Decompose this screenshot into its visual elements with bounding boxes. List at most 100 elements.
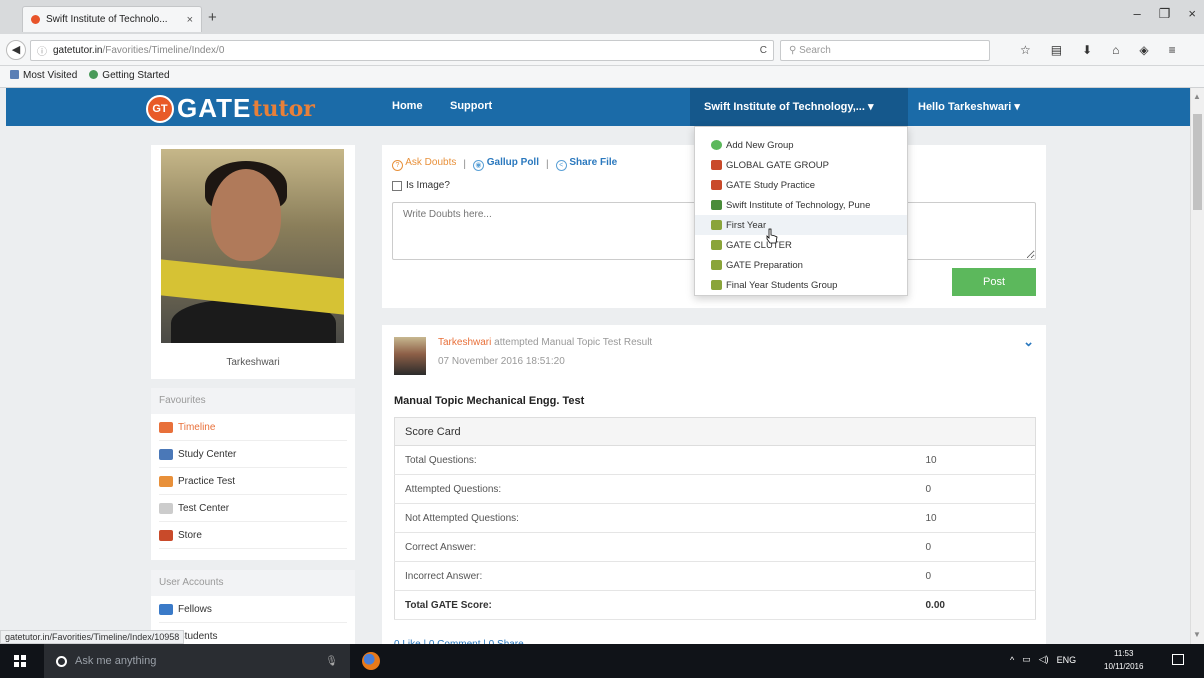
sidebar-item-label: Test Center [178,502,230,514]
timeline-icon [159,421,173,433]
nav-support[interactable]: Support [450,100,492,112]
row-value: 10 [915,503,1036,533]
menu-item-final-year-students[interactable]: Final Year Students Group [695,275,907,295]
minimize-button[interactable]: – [1134,6,1141,22]
share-file-tab[interactable]: < Share File [555,157,617,171]
checkbox-box[interactable] [392,180,402,191]
new-tab-button[interactable]: + [208,9,217,26]
windows-start-icon[interactable] [14,655,26,667]
firefox-taskbar-icon[interactable] [362,652,380,670]
back-button[interactable]: ◀ [6,40,26,60]
bookmark-star-icon[interactable]: ☆ [1020,43,1031,57]
menu-item-gate-cluter[interactable]: GATE CLUTER [695,235,907,255]
avatar[interactable] [394,337,426,375]
url-field[interactable]: ⓘ gatetutor.in /Favorities/Timeline/Inde… [30,40,774,61]
close-window-button[interactable]: × [1188,6,1196,22]
bookmark-getting-started[interactable]: Getting Started [89,70,170,83]
sidebar-item-study-center[interactable]: Study Center [159,441,347,468]
sidebar-item-label: Timeline [178,421,216,433]
profile-photo[interactable] [161,149,344,343]
browser-search-input[interactable]: ⚲ Search [780,40,990,61]
search-icon: ⚲ [789,45,800,56]
post-headline: Tarkeshwari attempted Manual Topic Test … [438,337,652,348]
institute-icon [711,200,722,210]
row-value: 0 [915,474,1036,504]
row-label: Not Attempted Questions: [394,503,916,533]
scrollbar-thumb[interactable] [1193,114,1202,210]
browser-tab-bar: Swift Institute of Technolo... × + – ❐ × [0,0,1204,34]
is-image-checkbox[interactable]: Is Image? [392,180,450,191]
pocket-icon[interactable]: ◈ [1139,43,1148,57]
logo-tutor: tutor [252,95,315,122]
clock-date: 10/11/2016 [1104,662,1144,671]
chevron-up-icon[interactable]: ^ [1010,655,1014,665]
menu-item-add-new-group[interactable]: Add New Group [695,135,907,155]
score-card-title: Score Card [394,417,1036,446]
cortana-search-input[interactable]: Ask me anything 🎙 [44,644,350,678]
gallup-poll-label: Gallup Poll [486,157,539,168]
add-group-icon [711,140,722,150]
store-icon [159,529,173,541]
sidebar-item-label: Fellows [178,603,212,615]
score-card-table: Score Card Total Questions: 10 Attempted … [394,417,1036,620]
sidebar-item-store[interactable]: Store [159,522,347,549]
tab-close-icon[interactable]: × [187,14,193,26]
post-button[interactable]: Post [952,268,1036,296]
sidebar-item-test-center[interactable]: Test Center [159,495,347,522]
info-icon[interactable]: ⓘ [37,43,47,58]
subgroup-icon [711,220,722,230]
reload-icon[interactable]: C [760,45,767,56]
menu-item-global-gate-group[interactable]: GLOBAL GATE GROUP [695,155,907,175]
menu-item-label: GLOBAL GATE GROUP [726,159,829,171]
site-logo[interactable]: GT GATE tutor [146,93,315,124]
browser-tab[interactable]: Swift Institute of Technolo... × [22,6,202,32]
menu-item-first-year[interactable]: First Year [695,215,907,235]
menu-item-swift-institute[interactable]: Swift Institute of Technology, Pune [695,195,907,215]
gallup-poll-tab[interactable]: ◉ Gallup Poll [472,157,539,171]
chevron-down-icon[interactable]: ⌄ [1023,334,1034,350]
microphone-icon[interactable]: 🎙 [325,656,338,667]
menu-item-label: Swift Institute of Technology, Pune [726,199,871,211]
subgroup-icon [711,260,722,270]
menu-icon[interactable]: ≡ [1169,43,1176,57]
table-row: Attempted Questions: 0 [394,474,1036,504]
network-icon[interactable]: ▭ [1022,654,1031,665]
post-author[interactable]: Tarkeshwari [438,337,491,348]
browser-toolbar: ◀ ⓘ gatetutor.in /Favorities/Timeline/In… [0,34,1204,66]
question-icon: ? [392,160,403,171]
menu-item-label: Add New Group [726,139,794,151]
reading-list-icon[interactable]: ▤ [1051,43,1062,57]
url-path: /Favorities/Timeline/Index/0 [102,45,225,56]
poll-icon: ◉ [472,160,484,171]
test-title: Manual Topic Mechanical Engg. Test [394,395,585,407]
page-scrollbar[interactable]: ▲ ▼ [1190,88,1204,644]
volume-icon[interactable]: ◁) [1039,654,1049,665]
notifications-icon[interactable] [1172,654,1184,665]
row-value: 0 [915,532,1036,562]
window-controls: – ❐ × [1134,6,1196,22]
bookmark-most-visited[interactable]: Most Visited [10,70,77,83]
menu-item-gate-study-practice[interactable]: GATE Study Practice [695,175,907,195]
menu-item-label: First Year [726,219,767,231]
language-indicator[interactable]: ENG [1057,655,1077,665]
sidebar-item-practice-test[interactable]: Practice Test [159,468,347,495]
sidebar-item-timeline[interactable]: Timeline [159,414,347,441]
bookmark-label: Getting Started [102,70,170,81]
nav-home[interactable]: Home [392,100,423,112]
system-clock[interactable]: 11:53 10/11/2016 [1104,647,1143,673]
nav-user-menu[interactable]: Hello Tarkeshwari ▾ [918,100,1020,113]
row-value: 10 [915,445,1036,475]
ask-doubts-tab[interactable]: ? Ask Doubts [392,157,456,171]
scroll-up-icon[interactable]: ▲ [1193,92,1201,101]
home-icon[interactable]: ⌂ [1112,43,1119,57]
restore-button[interactable]: ❐ [1159,6,1171,22]
sidebar-item-fellows[interactable]: Fellows [159,596,347,623]
scroll-down-icon[interactable]: ▼ [1193,630,1201,639]
taskbar: Ask me anything 🎙 ^ ▭ ◁) ENG 11:53 10/11… [0,644,1204,678]
downloads-icon[interactable]: ⬇ [1082,43,1092,57]
row-label: Attempted Questions: [394,474,916,504]
clock-time: 11:53 [1114,649,1134,658]
nav-institute-dropdown[interactable]: Swift Institute of Technology,... ▾ [690,88,908,126]
menu-item-gate-preparation[interactable]: GATE Preparation [695,255,907,275]
profile-name[interactable]: Tarkeshwari [151,357,355,368]
